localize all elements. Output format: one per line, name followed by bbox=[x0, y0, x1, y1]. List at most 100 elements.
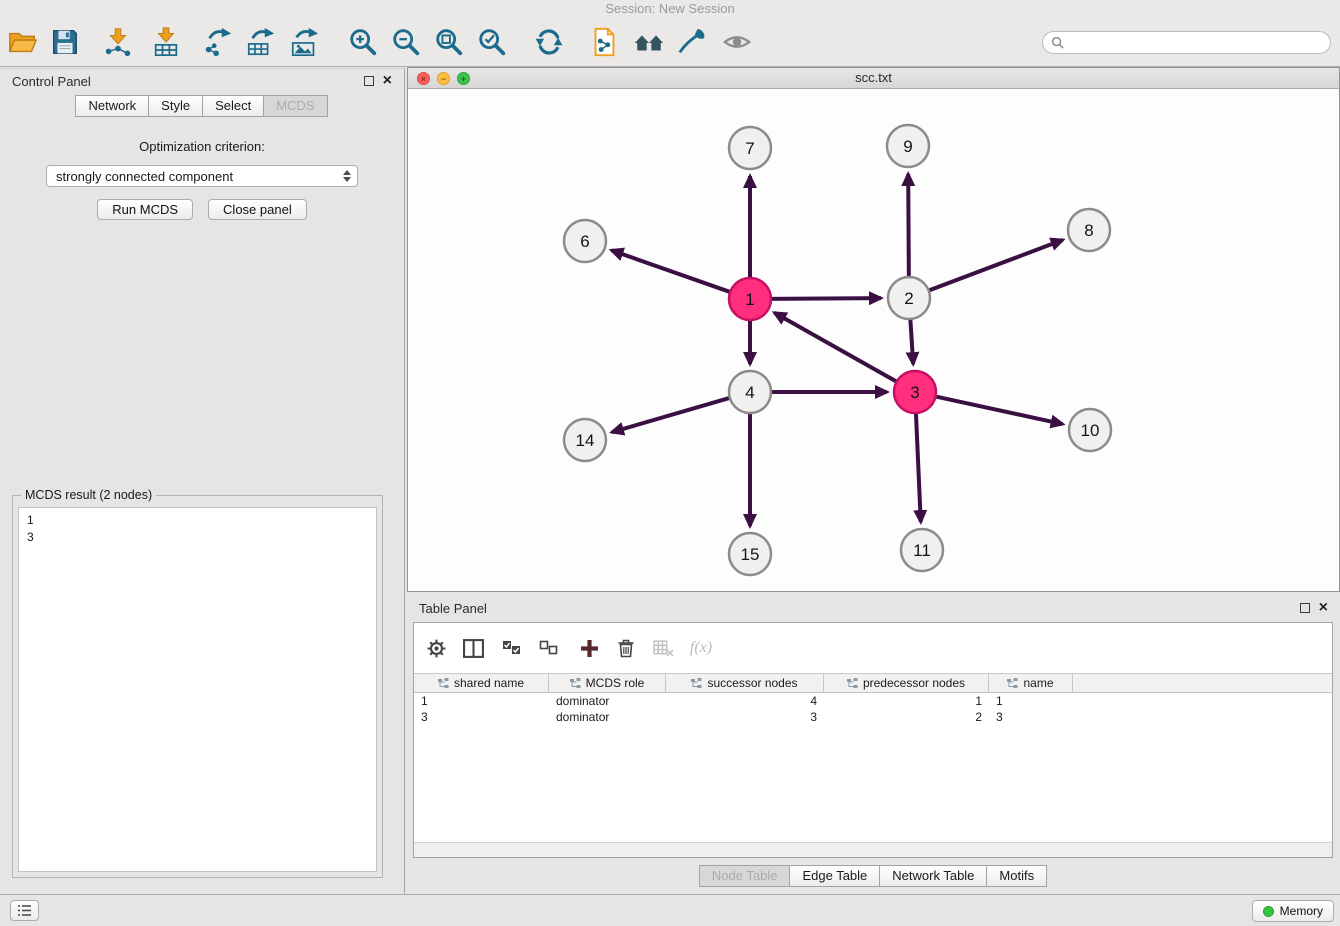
float-panel-icon[interactable] bbox=[364, 76, 374, 86]
tab-network-table[interactable]: Network Table bbox=[879, 865, 987, 887]
memory-status-icon bbox=[1263, 906, 1274, 917]
network-window-titlebar[interactable]: × − + scc.txt bbox=[408, 68, 1339, 89]
network-canvas[interactable]: 7 9 6 8 1 2 4 3 14 10 15 11 bbox=[408, 89, 1339, 592]
svg-text:4: 4 bbox=[745, 383, 754, 402]
list-icon bbox=[17, 904, 32, 917]
graph-edge-4-14[interactable] bbox=[612, 397, 732, 432]
import-table-button[interactable] bbox=[148, 24, 184, 60]
search-field[interactable] bbox=[1042, 31, 1331, 54]
show-hide-button[interactable] bbox=[719, 24, 755, 60]
svg-text:9: 9 bbox=[903, 137, 912, 156]
graph-node-3[interactable]: 3 bbox=[894, 371, 936, 413]
zoom-fit-button[interactable] bbox=[431, 24, 467, 60]
tab-motifs[interactable]: Motifs bbox=[986, 865, 1047, 887]
export-table-button[interactable] bbox=[243, 24, 279, 60]
table-settings-button[interactable] bbox=[423, 635, 449, 661]
tab-edge-table[interactable]: Edge Table bbox=[789, 865, 880, 887]
tab-node-table[interactable]: Node Table bbox=[699, 865, 791, 887]
zoom-out-button[interactable] bbox=[388, 24, 424, 60]
graph-node-9[interactable]: 9 bbox=[887, 125, 929, 167]
close-table-panel-icon[interactable]: × bbox=[1319, 603, 1328, 613]
close-window-icon[interactable]: × bbox=[417, 72, 430, 85]
optimization-criterion-label: Optimization criterion: bbox=[0, 139, 404, 154]
column-header-predecessor-nodes[interactable]: predecessor nodes bbox=[824, 674, 989, 692]
graph-node-4[interactable]: 4 bbox=[729, 371, 771, 413]
zoom-in-button[interactable] bbox=[345, 24, 381, 60]
network-canvas-container[interactable]: 7 9 6 8 1 2 4 3 14 10 15 11 bbox=[408, 89, 1339, 591]
graph-node-7[interactable]: 7 bbox=[729, 127, 771, 169]
graph-edge-2-3[interactable] bbox=[910, 317, 913, 364]
graph-edge-3-1[interactable] bbox=[774, 313, 898, 383]
zoom-selected-button[interactable] bbox=[474, 24, 510, 60]
graph-node-8[interactable]: 8 bbox=[1068, 209, 1110, 251]
mcds-result-line: 3 bbox=[27, 529, 368, 546]
graph-edge-2-8[interactable] bbox=[927, 240, 1063, 291]
home-button[interactable] bbox=[631, 24, 667, 60]
close-panel-button[interactable]: Close panel bbox=[208, 199, 307, 220]
graph-node-15[interactable]: 15 bbox=[729, 533, 771, 575]
minimize-window-icon[interactable]: − bbox=[437, 72, 450, 85]
column-header-label: predecessor nodes bbox=[863, 676, 965, 690]
graph-node-14[interactable]: 14 bbox=[564, 419, 606, 461]
mcds-result-list[interactable]: 13 bbox=[18, 507, 377, 872]
delete-table-button[interactable] bbox=[650, 635, 676, 661]
network-window-title: scc.txt bbox=[855, 70, 892, 85]
show-columns-button[interactable] bbox=[460, 635, 486, 661]
run-mcds-button[interactable]: Run MCDS bbox=[97, 199, 193, 220]
export-network-button[interactable] bbox=[200, 24, 236, 60]
graph-edge-2-9[interactable] bbox=[908, 174, 909, 279]
table-header-row: shared nameMCDS rolesuccessor nodes prede… bbox=[414, 673, 1332, 693]
tab-style[interactable]: Style bbox=[148, 95, 203, 117]
attribute-sort-icon bbox=[691, 678, 702, 689]
paint-brush-icon bbox=[676, 26, 708, 58]
select-all-button[interactable] bbox=[499, 635, 525, 661]
import-network-button[interactable] bbox=[100, 24, 136, 60]
tab-network[interactable]: Network bbox=[75, 95, 149, 117]
optimization-select[interactable]: strongly connected component bbox=[46, 165, 358, 187]
graph-edge-3-10[interactable] bbox=[934, 396, 1063, 424]
column-header-MCDS-role[interactable]: MCDS role bbox=[549, 674, 666, 692]
table-toolbar: f(x) bbox=[414, 623, 1332, 673]
graph-edge-1-6[interactable] bbox=[611, 250, 732, 292]
deselect-all-button[interactable] bbox=[536, 635, 562, 661]
table-horizontal-scrollbar[interactable] bbox=[414, 842, 1332, 857]
float-table-panel-icon[interactable] bbox=[1300, 603, 1310, 613]
table-row[interactable]: 3dominator323 bbox=[414, 709, 1332, 725]
save-session-button[interactable] bbox=[47, 24, 83, 60]
columns-icon bbox=[463, 639, 484, 658]
show-panel-button[interactable] bbox=[10, 900, 39, 921]
graph-node-11[interactable]: 11 bbox=[901, 529, 943, 571]
close-panel-icon[interactable]: × bbox=[383, 76, 392, 86]
graph-edge-3-11[interactable] bbox=[916, 411, 921, 522]
attribute-sort-icon bbox=[847, 678, 858, 689]
zoom-selected-icon bbox=[476, 26, 508, 58]
search-input[interactable] bbox=[1069, 35, 1322, 49]
table-row[interactable]: 1dominator411 bbox=[414, 693, 1332, 709]
first-neighbors-icon bbox=[588, 26, 620, 58]
memory-label: Memory bbox=[1280, 904, 1323, 918]
column-header-successor-nodes[interactable]: successor nodes bbox=[666, 674, 824, 692]
open-file-button[interactable] bbox=[5, 24, 41, 60]
graph-node-10[interactable]: 10 bbox=[1069, 409, 1111, 451]
import-table-icon bbox=[150, 26, 182, 58]
graph-node-2[interactable]: 2 bbox=[888, 277, 930, 319]
apply-style-button[interactable] bbox=[674, 24, 710, 60]
graph-node-1[interactable]: 1 bbox=[729, 278, 771, 320]
memory-button[interactable]: Memory bbox=[1252, 900, 1334, 922]
table-panel: Table Panel × bbox=[407, 596, 1340, 894]
select-all-icon bbox=[502, 640, 522, 656]
function-builder-button[interactable]: f(x) bbox=[688, 635, 714, 661]
graph-node-6[interactable]: 6 bbox=[564, 220, 606, 262]
delete-row-button[interactable] bbox=[613, 635, 639, 661]
zoom-window-icon[interactable]: + bbox=[457, 72, 470, 85]
graph-edge-1-2[interactable] bbox=[769, 298, 881, 299]
tab-select[interactable]: Select bbox=[202, 95, 264, 117]
refresh-button[interactable] bbox=[531, 24, 567, 60]
export-image-button[interactable] bbox=[287, 24, 323, 60]
export-table-icon bbox=[245, 26, 277, 58]
first-neighbors-button[interactable] bbox=[586, 24, 622, 60]
add-row-button[interactable] bbox=[576, 635, 602, 661]
column-header-shared-name[interactable]: shared name bbox=[414, 674, 549, 692]
tab-mcds[interactable]: MCDS bbox=[263, 95, 327, 117]
column-header-name[interactable]: name bbox=[989, 674, 1073, 692]
